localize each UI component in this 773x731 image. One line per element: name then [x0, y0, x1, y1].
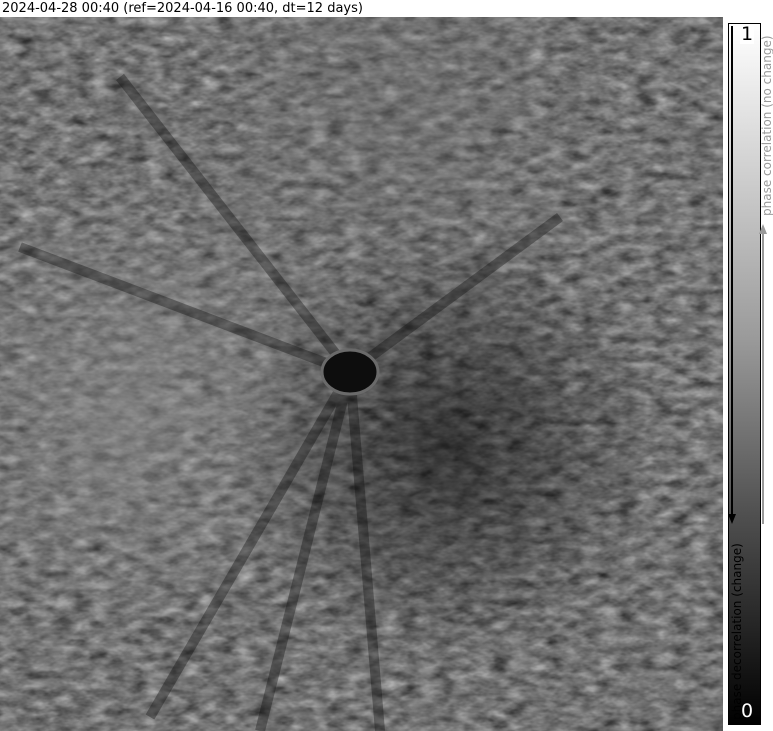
coherence-map-image	[0, 17, 723, 731]
image-title: 2024-04-28 00:40 (ref=2024-04-16 00:40, …	[2, 1, 363, 16]
colorbar-max-label: 1	[740, 23, 755, 45]
colorbar-label-no-change: phase correlation (no change)	[760, 35, 773, 216]
arrow-down-icon	[728, 26, 736, 524]
arrow-up-icon	[759, 224, 767, 524]
colorbar-label-change: phase decorrelation (change)	[730, 543, 744, 720]
crater-feature	[320, 348, 380, 396]
coherence-map-graphic	[0, 17, 723, 731]
